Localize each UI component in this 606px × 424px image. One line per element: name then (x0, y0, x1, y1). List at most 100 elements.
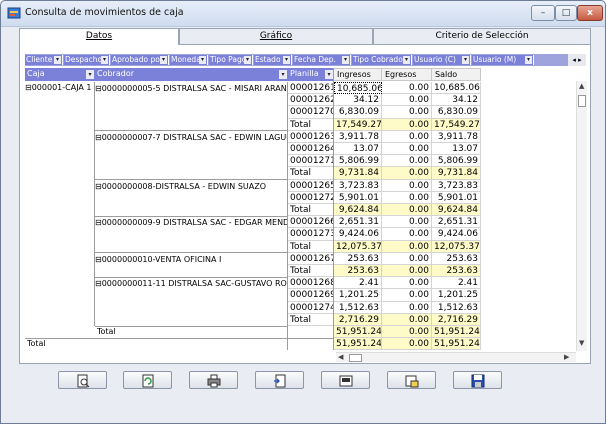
filter-chip-1[interactable]: Cliente ▾ (25, 55, 63, 65)
table-cell[interactable]: 00001269 (288, 289, 334, 302)
maximize-button[interactable]: □ (555, 5, 577, 21)
total-cell[interactable]: 0.00 (382, 313, 432, 326)
total-cell[interactable]: 9,731.84 (334, 167, 382, 180)
total-cell[interactable]: 0.00 (382, 204, 432, 217)
total-cell[interactable]: 0.00 (382, 118, 432, 131)
cobrador-label[interactable]: ⊟0000000010-VENTA OFICINA I (95, 254, 287, 266)
table-cell[interactable]: 1,201.25 (432, 289, 481, 302)
table-cell[interactable]: 0.00 (382, 277, 432, 290)
collapse-icon[interactable]: ⊟ (95, 279, 102, 288)
total-cell[interactable]: Total (288, 167, 334, 180)
table-cell[interactable]: 0.00 (382, 216, 432, 229)
scroll-up-icon[interactable]: ▲ (579, 82, 584, 90)
filter-chip-2[interactable]: Despacho ▾ (64, 55, 110, 65)
filter-button[interactable] (387, 371, 436, 389)
table-cell[interactable]: 00001261 (288, 82, 334, 95)
total-cell[interactable]: 0.00 (382, 240, 432, 253)
table-cell[interactable]: 6,830.09 (432, 106, 481, 119)
table-cell[interactable]: 0.00 (382, 301, 432, 314)
tab-criterio[interactable]: Criterio de Selección (373, 28, 591, 44)
total-cell[interactable]: Total (288, 118, 334, 131)
table-cell[interactable]: 2.41 (334, 277, 382, 290)
horizontal-scroll-thumb[interactable] (349, 354, 362, 362)
table-cell[interactable]: 5,901.01 (432, 191, 481, 204)
collapse-icon[interactable]: ⊟ (95, 255, 102, 264)
cobrador-label[interactable]: ⊟0000000008-DISTRALSA - EDWIN SUAZO (95, 181, 287, 193)
table-cell[interactable]: 00001263 (288, 130, 334, 143)
table-cell[interactable]: 9,424.06 (334, 228, 382, 241)
caja-total-cell[interactable]: 0.00 (382, 326, 432, 339)
table-cell[interactable]: 0.00 (382, 82, 432, 95)
minimize-button[interactable]: – (531, 5, 555, 21)
vertical-scroll-thumb[interactable] (578, 95, 586, 107)
total-cell[interactable]: 12,075.37 (334, 240, 382, 253)
dropdown-arrow-icon[interactable]: ▾ (54, 56, 61, 64)
table-cell[interactable]: 0.00 (382, 106, 432, 119)
table-cell[interactable]: 10,685.06 (334, 82, 382, 95)
dropdown-arrow-icon[interactable]: ▾ (283, 56, 290, 64)
total-cell[interactable]: Total (288, 240, 334, 253)
table-cell[interactable]: 34.12 (432, 94, 481, 107)
table-cell[interactable]: 00001272 (288, 191, 334, 204)
total-cell[interactable]: Total (288, 313, 334, 326)
save-button[interactable] (453, 371, 502, 389)
table-cell[interactable]: 0.00 (382, 130, 432, 143)
scroll-down-icon[interactable]: ▼ (579, 339, 584, 347)
table-cell[interactable]: 1,512.63 (334, 301, 382, 314)
table-cell[interactable]: 00001267 (288, 252, 334, 265)
table-cell[interactable]: 00001262 (288, 94, 334, 107)
filter-scroll-arrows[interactable]: ◂ ▸ (568, 54, 586, 66)
filter-chip-7[interactable]: Fecha Dep. ▾ (293, 55, 351, 65)
table-cell[interactable]: 10,685.06 (432, 82, 481, 95)
table-cell[interactable]: 0.00 (382, 143, 432, 156)
dropdown-arrow-icon[interactable]: ▾ (342, 56, 349, 64)
table-cell[interactable]: 3,723.83 (334, 179, 382, 192)
table-cell[interactable]: 0.00 (382, 179, 432, 192)
table-cell[interactable]: 00001265 (288, 179, 334, 192)
table-cell[interactable]: 2,651.31 (334, 216, 382, 229)
horizontal-scrollbar[interactable]: ◀ ▶ (336, 352, 576, 362)
table-cell[interactable]: 0.00 (382, 228, 432, 241)
filter-chip-9[interactable]: Usuario (C) ▾ (413, 55, 471, 65)
dropdown-arrow-icon[interactable]: ▾ (462, 56, 469, 64)
dropdown-arrow-icon[interactable]: ▾ (525, 56, 532, 64)
grand-total-cell[interactable]: 51,951.24 (432, 338, 481, 351)
table-cell[interactable]: 1,201.25 (334, 289, 382, 302)
table-cell[interactable]: 00001273 (288, 228, 334, 241)
total-cell[interactable]: 9,731.84 (432, 167, 481, 180)
scroll-right-icon[interactable]: ▶ (564, 353, 569, 361)
table-cell[interactable]: 3,723.83 (432, 179, 481, 192)
col-header-planilla[interactable]: Planilla ▾ (288, 68, 334, 81)
total-cell[interactable]: 12,075.37 (432, 240, 481, 253)
collapse-icon[interactable]: ⊟ (95, 133, 102, 142)
total-cell[interactable]: 0.00 (382, 265, 432, 278)
table-cell[interactable]: 00001271 (288, 155, 334, 168)
table-cell[interactable]: 5,901.01 (334, 191, 382, 204)
grand-total-cell[interactable]: 51,951.24 (334, 338, 382, 351)
table-cell[interactable]: 00001268 (288, 277, 334, 290)
table-cell[interactable]: 13.07 (432, 143, 481, 156)
table-cell[interactable]: 00001266 (288, 216, 334, 229)
total-cell[interactable]: 17,549.27 (432, 118, 481, 131)
close-button[interactable]: x (577, 5, 603, 21)
export-button[interactable] (255, 371, 304, 389)
collapse-icon[interactable]: ⊟ (95, 84, 102, 93)
col-header-caja[interactable]: Caja ▾ (25, 68, 95, 81)
table-cell[interactable]: 2.41 (432, 277, 481, 290)
table-cell[interactable]: 13.07 (334, 143, 382, 156)
table-cell[interactable]: 00001264 (288, 143, 334, 156)
save-grid-button[interactable] (321, 371, 370, 389)
total-cell[interactable]: 253.63 (334, 265, 382, 278)
table-cell[interactable]: 2,651.31 (432, 216, 481, 229)
total-cell[interactable]: 2,716.29 (432, 313, 481, 326)
table-cell[interactable]: 34.12 (334, 94, 382, 107)
filter-chip-6[interactable]: Estado ▾ (254, 55, 292, 65)
filter-chip-8[interactable]: Tipo Cobrador ▾ (352, 55, 412, 65)
table-cell[interactable]: 5,806.99 (334, 155, 382, 168)
tab-grafico[interactable]: Gráfico (179, 28, 373, 44)
cobrador-label[interactable]: ⊟0000000011-11 DISTRALSA SAC-GUSTAVO ROD… (95, 278, 287, 290)
filter-chip-10[interactable]: Usuario (M) ▾ (472, 55, 534, 65)
total-cell[interactable]: 17,549.27 (334, 118, 382, 131)
print-preview-button[interactable] (58, 371, 107, 389)
table-cell[interactable]: 3,911.78 (432, 130, 481, 143)
